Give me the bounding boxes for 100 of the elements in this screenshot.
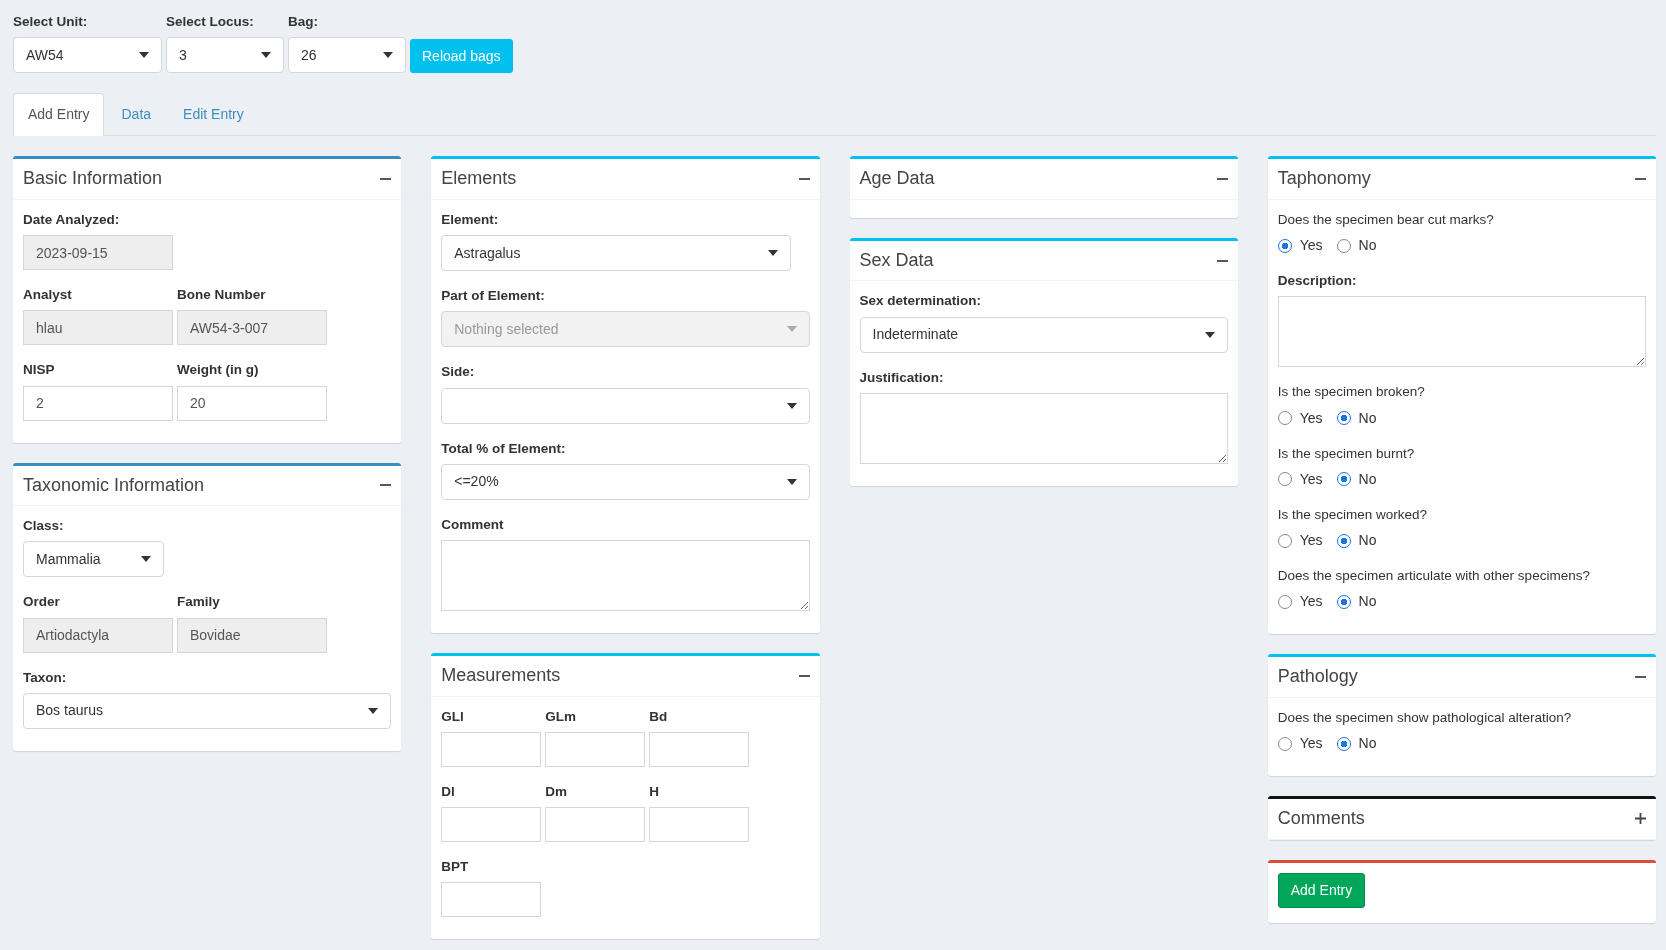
field-label: Class: <box>23 517 65 536</box>
option-label: No <box>1358 734 1377 754</box>
select-dropdown[interactable]: AW54 <box>13 37 162 74</box>
text-field[interactable] <box>545 807 646 843</box>
caret-icon <box>141 556 151 563</box>
card-title: Comments <box>1277 808 1365 830</box>
field-label: Date Analyzed: <box>23 210 121 229</box>
field-label: Bone Number <box>177 286 267 305</box>
minus-icon[interactable] <box>1216 178 1228 181</box>
text-field[interactable]: 2023-09-15 <box>23 235 173 271</box>
text-field[interactable]: 2 <box>23 385 173 421</box>
option-label: No <box>1358 592 1377 612</box>
caret-icon <box>786 478 797 485</box>
field-label: BPT <box>441 858 470 877</box>
select-dropdown[interactable]: <=20% <box>441 463 810 500</box>
option-label: Yes <box>1299 236 1323 256</box>
option-label: No <box>1358 469 1377 489</box>
option-label: Yes <box>1299 734 1323 754</box>
field-label: Description: <box>1277 272 1358 291</box>
card-title: Elements <box>441 168 517 190</box>
minus-icon[interactable] <box>798 674 810 677</box>
card-title: Measurements <box>441 665 561 687</box>
text-field[interactable] <box>649 807 750 843</box>
radio-button[interactable] <box>1336 594 1351 609</box>
select-dropdown[interactable]: Bos taurus <box>23 692 392 729</box>
tab[interactable]: Add Entry <box>13 93 105 137</box>
field-label: Bd <box>649 707 669 726</box>
question-label: Is the specimen burnt? <box>1277 444 1415 463</box>
text-field[interactable] <box>441 731 542 767</box>
card-title: Sex Data <box>859 249 934 272</box>
caret-icon <box>786 402 797 409</box>
field-label: Dm <box>545 782 568 801</box>
field-label: GLm <box>545 707 577 726</box>
select-dropdown[interactable]: 26 <box>288 37 406 74</box>
caret-icon <box>383 52 393 59</box>
select-dropdown[interactable]: Indeterminate <box>859 316 1228 353</box>
minus-icon[interactable] <box>380 484 392 487</box>
text-field[interactable] <box>441 882 542 918</box>
minus-icon[interactable] <box>1216 259 1228 262</box>
select-dropdown[interactable]: 3 <box>166 37 284 74</box>
minus-icon[interactable] <box>1635 178 1646 181</box>
text-field[interactable]: Artiodactyla <box>23 617 173 653</box>
text-field[interactable]: 20 <box>177 385 327 421</box>
text-field[interactable] <box>545 731 646 767</box>
caret-icon <box>139 52 149 59</box>
text-field[interactable]: AW54-3-007 <box>177 310 327 346</box>
select-dropdown[interactable]: Astragalus <box>441 235 792 272</box>
field-label: NISP <box>23 361 56 380</box>
field-label: Weight (in g) <box>177 361 260 380</box>
field-label: Analyst <box>23 286 73 305</box>
field-label: Family <box>177 593 221 612</box>
option-label: No <box>1358 236 1377 256</box>
radio-button[interactable] <box>1336 472 1351 487</box>
text-field[interactable] <box>649 731 750 767</box>
question-label: Does the specimen show pathological alteration? <box>1277 708 1572 727</box>
plus-icon[interactable] <box>1635 813 1646 825</box>
field-label: Select Locus: <box>166 13 255 31</box>
minus-icon[interactable] <box>798 178 810 181</box>
field-label: Element: <box>441 210 500 229</box>
option-label: No <box>1358 531 1377 551</box>
option-label: Yes <box>1299 531 1323 551</box>
card-title: Basic Information <box>23 168 163 190</box>
question-label: Is the specimen worked? <box>1277 505 1428 524</box>
caret-icon <box>786 326 797 333</box>
question-label: Is the specimen broken? <box>1277 383 1425 402</box>
radio-button[interactable] <box>1336 411 1351 426</box>
question-label: Does the specimen bear cut marks? <box>1277 210 1494 229</box>
caret-icon <box>368 707 379 714</box>
option-label: No <box>1358 408 1377 428</box>
radio-button[interactable] <box>1336 736 1351 751</box>
minus-icon[interactable] <box>380 178 392 181</box>
caret-icon <box>1204 331 1215 338</box>
field-label: Side: <box>441 363 476 382</box>
field-label: Dl <box>441 782 456 801</box>
card-title: Taphonomy <box>1277 168 1371 190</box>
option-label: Yes <box>1299 469 1323 489</box>
text-field[interactable]: hlau <box>23 310 173 346</box>
field-label: Taxon: <box>23 668 68 687</box>
radio-button[interactable] <box>1336 533 1351 548</box>
field-label: Order <box>23 593 61 612</box>
field-label: Select Unit: <box>13 13 89 31</box>
select-dropdown[interactable]: Mammalia <box>23 541 164 578</box>
text-field[interactable]: Bovidae <box>177 617 327 653</box>
field-label: Justification: <box>859 368 945 387</box>
text-field[interactable] <box>441 807 542 843</box>
field-label: Bag: <box>288 13 319 31</box>
option-label: Yes <box>1299 592 1323 612</box>
field-label: Comment <box>441 515 505 534</box>
caret-icon <box>261 52 271 59</box>
question-label: Does the specimen articulate with other specimens? <box>1277 567 1590 586</box>
minus-icon[interactable] <box>1635 676 1646 679</box>
field-label: Total % of Element: <box>441 439 567 458</box>
card-title: Taxonomic Information <box>23 474 205 497</box>
radio-button[interactable] <box>1277 238 1292 253</box>
caret-icon <box>768 250 779 257</box>
field-label: H <box>649 782 660 801</box>
field-label: Sex determination: <box>859 292 983 311</box>
field-label: GLl <box>441 707 465 726</box>
option-label: Yes <box>1299 408 1323 428</box>
card-title: Pathology <box>1277 666 1358 688</box>
